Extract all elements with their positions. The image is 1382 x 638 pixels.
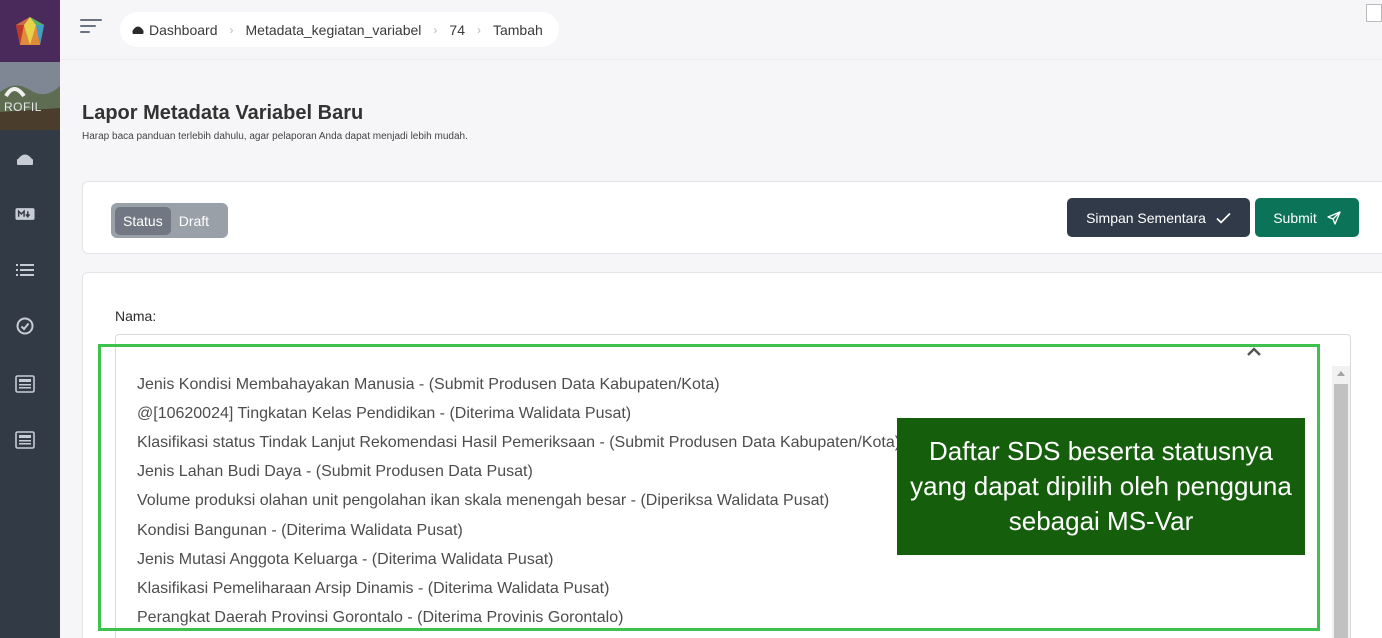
breadcrumb: Dashboard › Metadata_kegiatan_variabel ›… (120, 12, 559, 47)
check-circle-icon[interactable] (15, 316, 35, 336)
dropdown-option[interactable]: @[10620024] Tingkatan Kelas Pendidikan -… (137, 405, 631, 423)
broken-image-icon (1366, 4, 1382, 22)
page-subtitle: Harap baca panduan terlebih dahulu, agar… (82, 131, 468, 142)
submit-button[interactable]: Submit (1255, 198, 1359, 237)
submit-label: Submit (1273, 209, 1317, 226)
annotation-callout: Daftar SDS beserta statusnya yang dapat … (897, 418, 1305, 555)
home-icon[interactable] (15, 148, 35, 168)
dropdown-option[interactable]: Perangkat Daerah Provinsi Gorontalo - (D… (137, 609, 623, 627)
breadcrumb-current: Tambah (492, 21, 543, 38)
dropdown-option[interactable]: Kondisi Bangunan - (Diterima Walidata Pu… (137, 522, 463, 540)
dropdown-option[interactable]: Jenis Mutasi Anggota Keluarga - (Diterim… (137, 551, 553, 569)
newspaper-icon[interactable] (15, 430, 35, 450)
scrollbar-thumb[interactable] (1334, 384, 1348, 638)
dropdown-scrollbar[interactable] (1332, 366, 1350, 638)
dropdown-option[interactable]: Jenis Kondisi Membahayakan Manusia - (Su… (137, 376, 720, 394)
annotation-callout-text: Daftar SDS beserta statusnya yang dapat … (910, 436, 1292, 536)
breadcrumb-dashboard[interactable]: Dashboard (149, 22, 218, 38)
chevron-right-icon: › (433, 22, 438, 37)
chevron-up-icon[interactable] (1244, 342, 1264, 362)
newspaper-icon[interactable] (15, 374, 35, 394)
dropdown-option[interactable]: Volume produksi olahan unit pengolahan i… (137, 492, 829, 510)
topbar: Dashboard › Metadata_kegiatan_variabel ›… (60, 0, 1382, 60)
sidebar: ROFIL (0, 0, 60, 638)
home-icon (132, 26, 144, 34)
dropdown-option[interactable]: Jenis Lahan Budi Daya - (Submit Produsen… (137, 463, 533, 481)
markdown-icon[interactable] (15, 204, 35, 224)
breadcrumb-metadata[interactable]: Metadata_kegiatan_variabel (246, 22, 422, 38)
page-title: Lapor Metadata Variabel Baru (82, 102, 364, 124)
checkmark-icon (1216, 212, 1231, 224)
status-toggle[interactable]: Status Draft (111, 203, 228, 238)
gem-logo-icon (16, 17, 44, 45)
save-draft-label: Simpan Sementara (1086, 209, 1206, 226)
chevron-right-icon: › (229, 22, 234, 37)
menu-toggle-icon[interactable] (80, 19, 102, 35)
chevron-right-icon: › (476, 22, 481, 37)
breadcrumb-id[interactable]: 74 (449, 22, 465, 38)
dropdown-option[interactable]: Klasifikasi status Tindak Lanjut Rekomen… (137, 434, 900, 452)
profile-banner[interactable]: ROFIL (0, 62, 60, 130)
landscape-image (0, 62, 60, 130)
toggle-option-draft[interactable]: Draft (171, 207, 217, 235)
list-icon[interactable] (15, 260, 35, 280)
scroll-up-arrow-icon[interactable] (1337, 371, 1345, 376)
dropdown-option[interactable]: Klasifikasi Pemeliharaan Arsip Dinamis -… (137, 580, 609, 598)
send-icon (1327, 210, 1341, 225)
status-card: Status Draft Simpan Sementara Submit (82, 181, 1382, 254)
toggle-option-status[interactable]: Status (115, 206, 171, 235)
app-logo[interactable] (0, 0, 60, 62)
save-draft-button[interactable]: Simpan Sementara (1067, 198, 1250, 237)
profile-banner-text: ROFIL (4, 100, 42, 114)
name-field-label: Nama: (115, 308, 157, 324)
